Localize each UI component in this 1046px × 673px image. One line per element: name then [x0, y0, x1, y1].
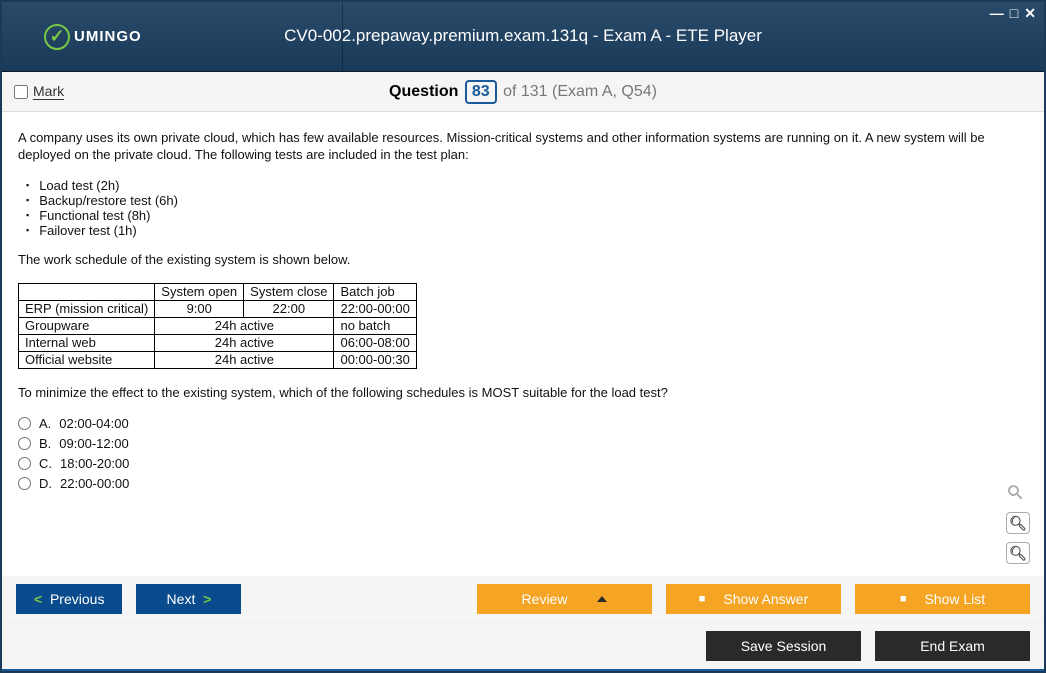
table-row: Official website24h active00:00-00:30	[19, 351, 417, 368]
answer-text: 09:00-12:00	[59, 436, 128, 451]
question-intro: A company uses its own private cloud, wh…	[18, 130, 1028, 164]
answer-text: 18:00-20:00	[60, 456, 129, 471]
question-content: A company uses its own private cloud, wh…	[2, 112, 1044, 576]
answer-radio[interactable]	[18, 437, 31, 450]
answer-text: 02:00-04:00	[59, 416, 128, 431]
table-row: Groupware24h activeno batch	[19, 317, 417, 334]
table-header: System open	[155, 283, 244, 300]
answer-option[interactable]: B. 09:00-12:00	[18, 436, 1028, 451]
minimize-icon[interactable]: —	[990, 5, 1004, 22]
answer-letter: C.	[39, 456, 52, 471]
answer-option[interactable]: D. 22:00-00:00	[18, 476, 1028, 491]
save-session-button[interactable]: Save Session	[706, 631, 861, 661]
show-answer-button[interactable]: ■ Show Answer	[666, 584, 841, 614]
table-header: Batch job	[334, 283, 416, 300]
table-row: Internal web24h active06:00-08:00	[19, 334, 417, 351]
question-header: Mark Question 83 of 131 (Exam A, Q54)	[2, 72, 1044, 112]
next-label: Next	[167, 591, 196, 607]
zoom-tools: 🔍︎ 🔍︎	[1006, 483, 1030, 564]
maximize-icon[interactable]: □	[1010, 5, 1018, 22]
close-icon[interactable]: ✕	[1024, 5, 1036, 22]
question-word: Question	[389, 83, 458, 100]
answer-option[interactable]: C. 18:00-20:00	[18, 456, 1028, 471]
review-button[interactable]: Review	[477, 584, 652, 614]
answer-letter: A.	[39, 416, 51, 431]
window-controls: — □ ✕	[990, 5, 1036, 22]
answer-options: A. 02:00-04:00 B. 09:00-12:00 C. 18:00-20:00 D…	[18, 416, 1028, 491]
toolbar-primary: < Previous Next > Review ■ Show Answer ■…	[2, 576, 1044, 622]
question-counter: Question 83 of 131 (Exam A, Q54)	[2, 80, 1044, 104]
square-icon: ■	[699, 593, 706, 605]
answer-option[interactable]: A. 02:00-04:00	[18, 416, 1028, 431]
zoom-out-icon[interactable]: 🔍︎	[1006, 542, 1030, 564]
table-header: System close	[244, 283, 334, 300]
answer-letter: B.	[39, 436, 51, 451]
square-icon: ■	[900, 593, 907, 605]
previous-label: Previous	[50, 591, 104, 607]
chevron-right-icon: >	[203, 591, 211, 607]
test-list: Load test (2h)Backup/restore test (6h)Fu…	[26, 178, 1028, 238]
answer-text: 22:00-00:00	[60, 476, 129, 491]
question-total: of 131 (Exam A, Q54)	[503, 83, 657, 100]
test-list-item: Failover test (1h)	[26, 223, 1028, 238]
triangle-up-icon	[597, 596, 607, 602]
answer-letter: D.	[39, 476, 52, 491]
show-list-button[interactable]: ■ Show List	[855, 584, 1030, 614]
test-list-item: Load test (2h)	[26, 178, 1028, 193]
test-list-item: Functional test (8h)	[26, 208, 1028, 223]
table-header	[19, 283, 155, 300]
answer-radio[interactable]	[18, 417, 31, 430]
end-exam-button[interactable]: End Exam	[875, 631, 1030, 661]
previous-button[interactable]: < Previous	[16, 584, 122, 614]
answer-radio[interactable]	[18, 477, 31, 490]
chevron-left-icon: <	[34, 591, 42, 607]
question-prompt: To minimize the effect to the existing s…	[18, 385, 1028, 402]
title-bar: ✓ UMINGO CV0-002.prepaway.premium.exam.1…	[2, 2, 1044, 72]
show-list-label: Show List	[924, 591, 985, 607]
toolbar-secondary: Save Session End Exam	[2, 622, 1044, 671]
zoom-in-icon[interactable]: 🔍︎	[1006, 512, 1030, 534]
question-number: 83	[465, 80, 497, 104]
table-row: ERP (mission critical)9:0022:0022:00-00:…	[19, 300, 417, 317]
window-title: CV0-002.prepaway.premium.exam.131q - Exa…	[2, 26, 1044, 46]
next-button[interactable]: Next >	[136, 584, 241, 614]
review-label: Review	[522, 591, 568, 607]
schedule-table: System openSystem closeBatch jobERP (mis…	[18, 283, 417, 369]
answer-radio[interactable]	[18, 457, 31, 470]
schedule-label: The work schedule of the existing system…	[18, 252, 1028, 269]
search-icon[interactable]	[1006, 483, 1030, 504]
test-list-item: Backup/restore test (6h)	[26, 193, 1028, 208]
show-answer-label: Show Answer	[723, 591, 808, 607]
